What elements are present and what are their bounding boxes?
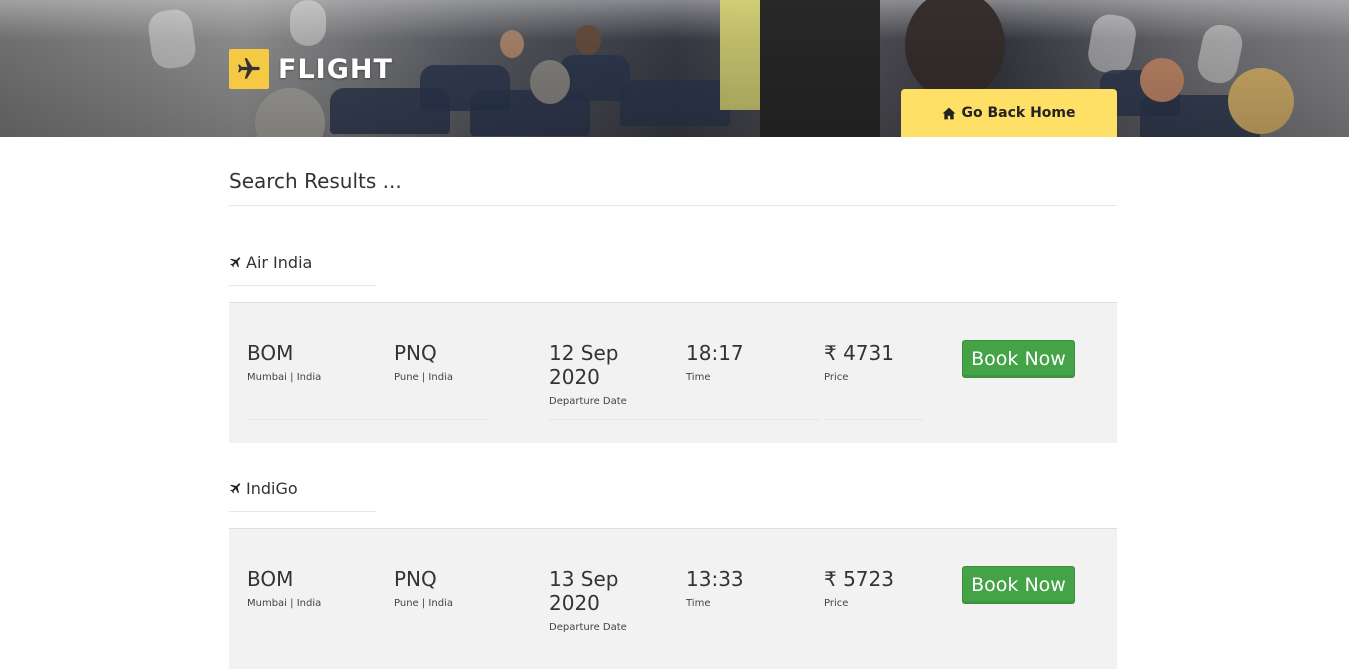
price-cell: ₹ 4731 Price bbox=[824, 341, 894, 383]
flight-result-card: BOM Mumbai | India PNQ Pune | India 12 S… bbox=[229, 302, 1117, 443]
flight-result-card: BOM Mumbai | India PNQ Pune | India 13 S… bbox=[229, 528, 1117, 669]
go-back-home-label: Go Back Home bbox=[961, 105, 1076, 121]
go-back-home-button[interactable]: Go Back Home bbox=[901, 89, 1117, 137]
departure-date-day: 13 Sep bbox=[549, 567, 619, 591]
price-label: Price bbox=[824, 372, 849, 383]
time-label: Time bbox=[686, 372, 711, 383]
airplane-icon bbox=[230, 257, 241, 268]
origin-cell: BOM Mumbai | India bbox=[247, 341, 321, 383]
departure-time: 18:17 bbox=[686, 341, 744, 365]
origin-city: Mumbai | India bbox=[247, 598, 322, 609]
airline-heading: IndiGo bbox=[229, 479, 376, 512]
airplane-icon bbox=[229, 49, 269, 89]
page-title: Search Results ... bbox=[229, 137, 1117, 206]
departure-date-label: Departure Date bbox=[549, 396, 627, 407]
departure-date-cell: 12 Sep 2020 Departure Date bbox=[549, 341, 627, 407]
price-value: ₹ 4731 bbox=[824, 341, 894, 365]
origin-city: Mumbai | India bbox=[247, 372, 322, 383]
price-label: Price bbox=[824, 598, 849, 609]
brand-name: FLIGHT bbox=[278, 53, 393, 85]
book-now-button[interactable]: Book Now bbox=[962, 566, 1075, 604]
book-now-button[interactable]: Book Now bbox=[962, 340, 1075, 378]
price-cell: ₹ 5723 Price bbox=[824, 567, 894, 609]
home-icon bbox=[943, 107, 956, 119]
brand-logo[interactable]: FLIGHT bbox=[229, 49, 393, 89]
cell-divider bbox=[824, 419, 924, 420]
origin-cell: BOM Mumbai | India bbox=[247, 567, 321, 609]
destination-cell: PNQ Pune | India bbox=[394, 341, 453, 383]
price-value: ₹ 5723 bbox=[824, 567, 894, 591]
time-label: Time bbox=[686, 598, 711, 609]
cell-divider bbox=[247, 419, 487, 420]
hero-banner: FLIGHT Go Back Home bbox=[0, 0, 1349, 137]
departure-time: 13:33 bbox=[686, 567, 744, 591]
destination-code: PNQ bbox=[394, 567, 437, 591]
departure-date-label: Departure Date bbox=[549, 622, 627, 633]
cell-divider bbox=[549, 419, 819, 420]
destination-code: PNQ bbox=[394, 341, 437, 365]
departure-date-cell: 13 Sep 2020 Departure Date bbox=[549, 567, 627, 633]
departure-date-year: 2020 bbox=[549, 591, 600, 615]
airline-name: IndiGo bbox=[246, 479, 298, 498]
departure-date-day: 12 Sep bbox=[549, 341, 619, 365]
origin-code: BOM bbox=[247, 341, 294, 365]
destination-city: Pune | India bbox=[394, 372, 453, 383]
airline-name: Air India bbox=[246, 253, 313, 272]
departure-date-year: 2020 bbox=[549, 365, 600, 389]
time-cell: 18:17 Time bbox=[686, 341, 744, 383]
banner-shade bbox=[0, 0, 1349, 137]
airplane-icon bbox=[230, 483, 241, 494]
origin-code: BOM bbox=[247, 567, 294, 591]
airline-heading: Air India bbox=[229, 253, 376, 286]
main-content: Search Results ... Air India BOM Mumbai … bbox=[229, 137, 1117, 669]
time-cell: 13:33 Time bbox=[686, 567, 744, 609]
destination-cell: PNQ Pune | India bbox=[394, 567, 453, 609]
destination-city: Pune | India bbox=[394, 598, 453, 609]
